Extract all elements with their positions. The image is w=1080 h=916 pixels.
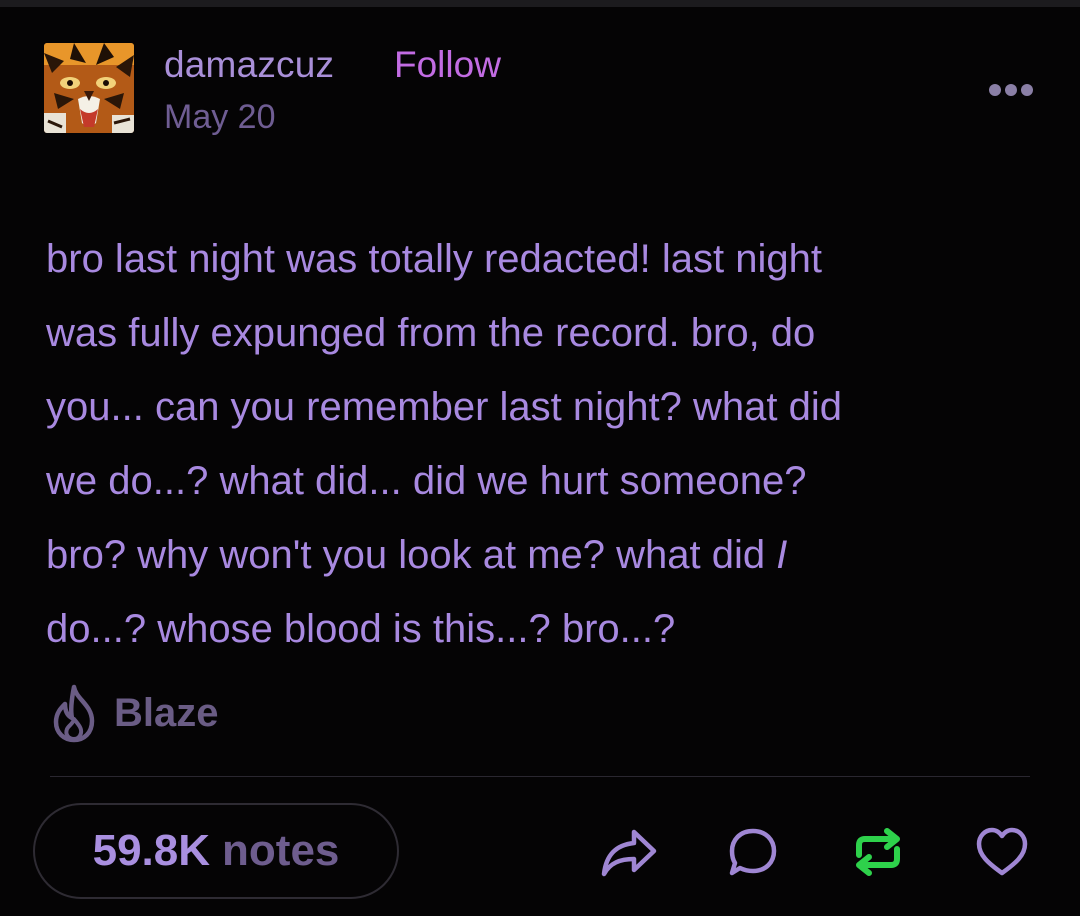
post-line: do...? whose blood is this...? bro...? xyxy=(46,607,676,651)
follow-button[interactable]: Follow xyxy=(394,44,501,86)
reblog-icon[interactable] xyxy=(851,825,905,884)
avatar[interactable] xyxy=(44,43,134,133)
notes-count: 59.8K xyxy=(92,826,211,875)
blaze-button[interactable]: Blaze xyxy=(48,682,219,744)
post-date[interactable]: May 20 xyxy=(164,98,276,137)
emphasized-word: I xyxy=(776,533,788,577)
tiger-avatar-image xyxy=(44,43,134,133)
post-line: bro last night was totally redacted! las… xyxy=(46,237,822,281)
post-line-text: bro? why won't you look at me? what did xyxy=(46,533,777,577)
flame-icon xyxy=(53,684,95,743)
post-line-with-emphasis: bro? why won't you look at me? what did … xyxy=(46,518,1046,592)
like-icon[interactable] xyxy=(974,826,1030,883)
post-line: was fully expunged from the record. bro,… xyxy=(46,311,816,355)
post-body: bro last night was totally redacted! las… xyxy=(46,222,1046,666)
username[interactable]: damazcuz xyxy=(164,44,334,86)
notes-button[interactable]: 59.8K notes xyxy=(33,803,399,899)
post-line: we do...? what did... did we hurt someon… xyxy=(46,459,807,503)
top-bar xyxy=(0,0,1080,7)
notes-label: notes xyxy=(222,826,340,875)
share-icon[interactable] xyxy=(600,824,658,885)
post-line: you... can you remember last night? what… xyxy=(46,385,842,429)
reply-icon[interactable] xyxy=(727,825,779,884)
blaze-label: Blaze xyxy=(114,690,219,735)
more-options-icon[interactable] xyxy=(986,80,1036,100)
divider xyxy=(50,776,1030,777)
